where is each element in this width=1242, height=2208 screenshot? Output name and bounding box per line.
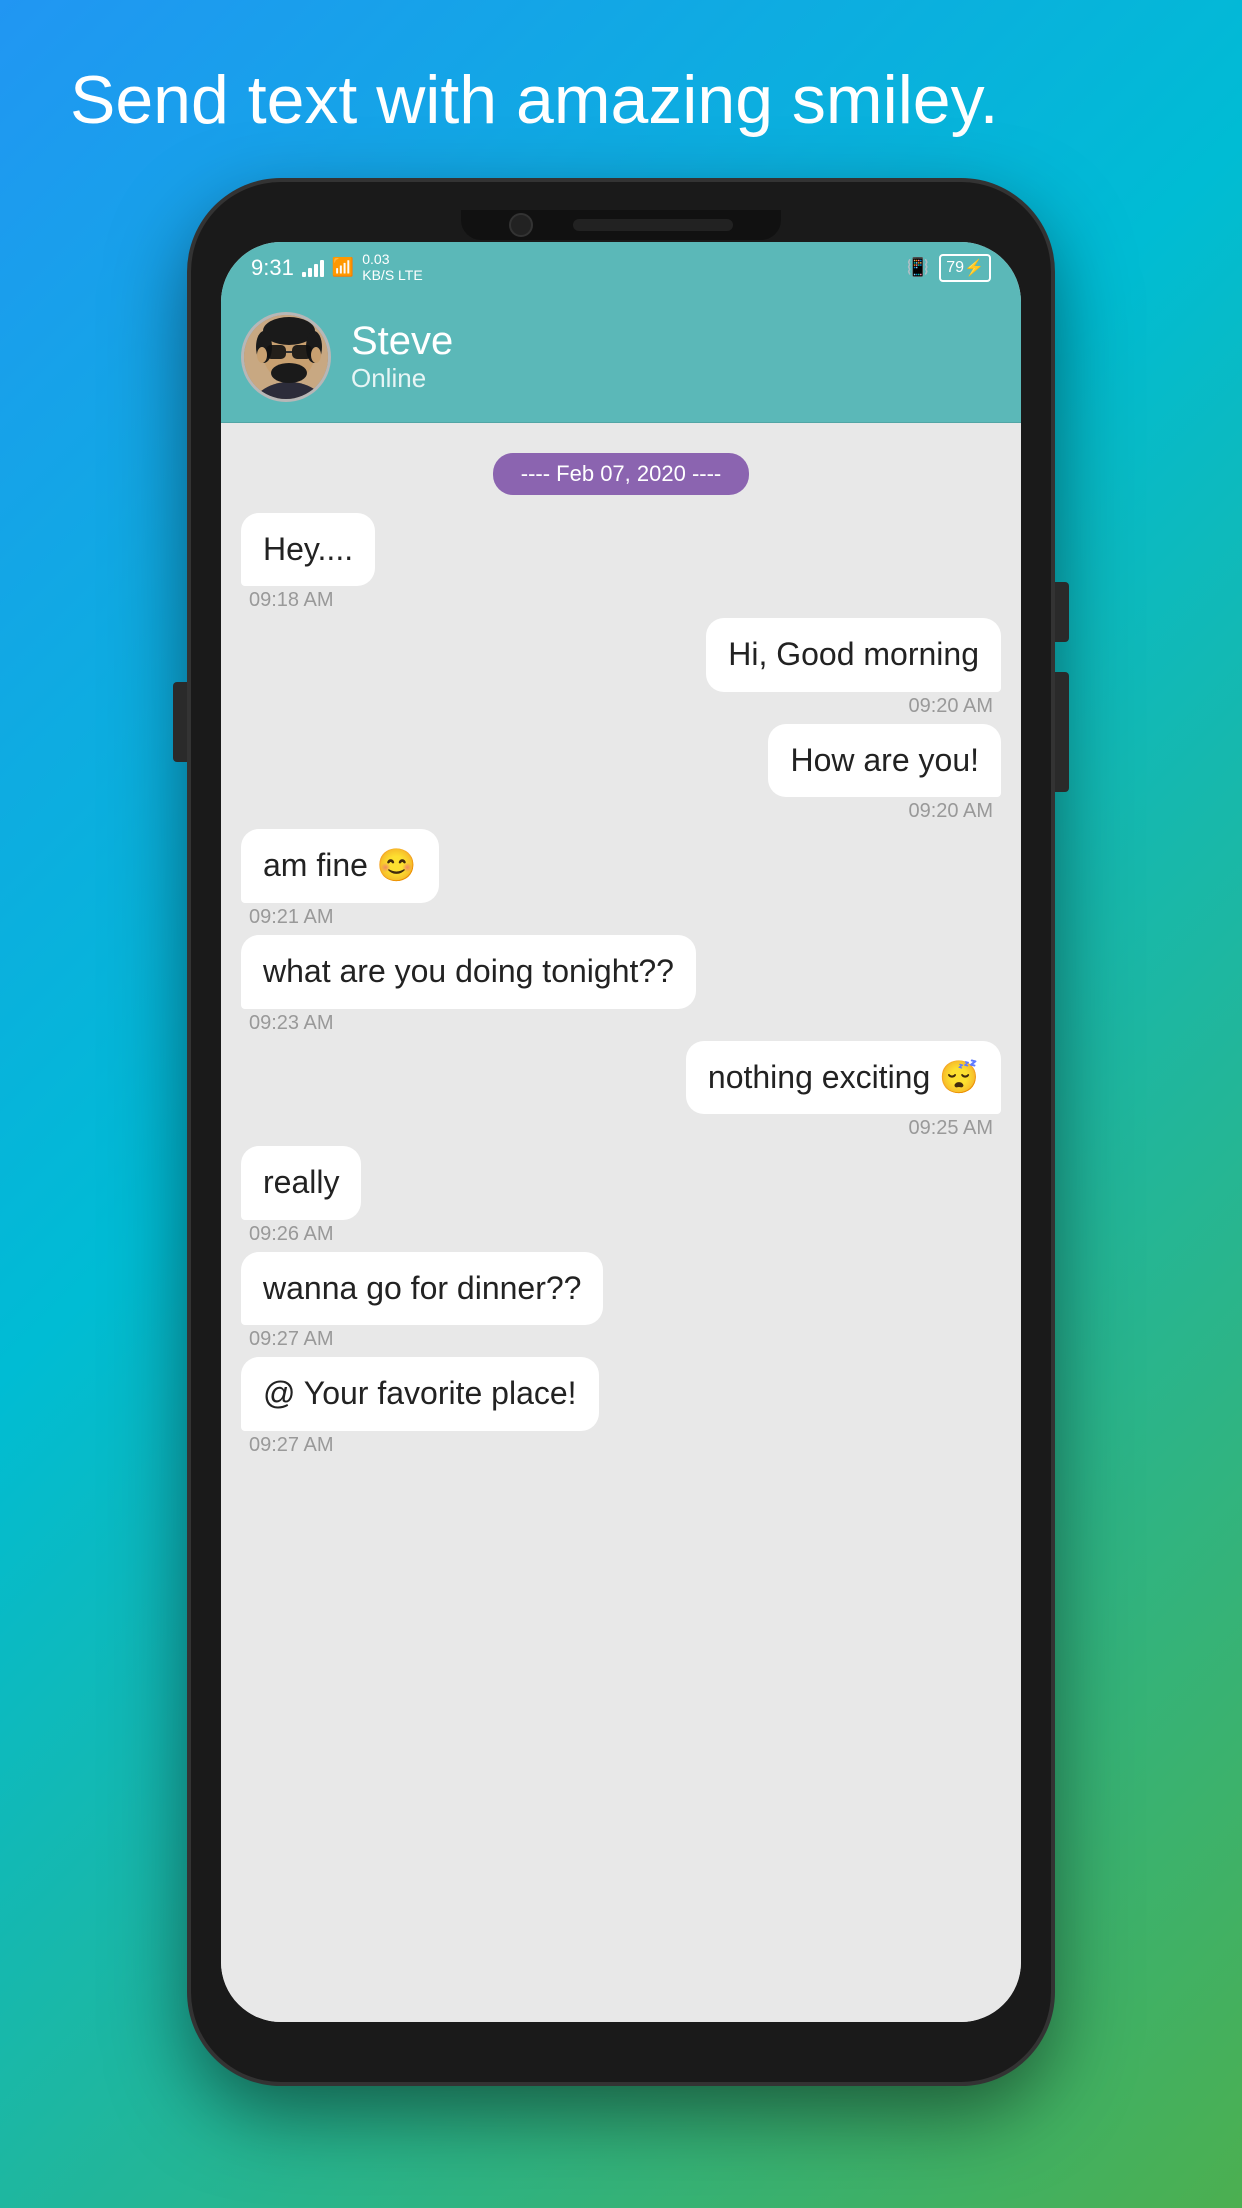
message-time: 09:20 AM: [904, 800, 997, 823]
power-button-bottom: [1055, 672, 1069, 792]
signal-icon: [302, 259, 324, 277]
status-bar: 9:31 📶 0.03 KB/S LTE 📳: [221, 242, 1021, 294]
message-row: Hey....09:18 AM: [241, 513, 1001, 613]
message-row: @ Your favorite place! 09:27 AM: [241, 1357, 1001, 1457]
phone-body: 9:31 📶 0.03 KB/S LTE 📳: [191, 182, 1051, 2082]
message-bubble: am fine 😊: [241, 829, 439, 903]
contact-info: Steve Online: [351, 319, 991, 394]
phone-notch: [461, 210, 781, 240]
chat-header: Steve Online: [221, 294, 1021, 423]
message-bubble: Hey....: [241, 513, 375, 587]
message-time: 09:23 AM: [245, 1012, 338, 1035]
wifi-icon: 📶: [332, 257, 354, 278]
message-time: 09:20 AM: [904, 695, 997, 718]
message-time: 09:18 AM: [245, 589, 338, 612]
status-right: 📳 79 ⚡: [907, 254, 991, 282]
contact-name: Steve: [351, 319, 991, 363]
message-time: 09:27 AM: [245, 1328, 338, 1351]
phone-mockup: 9:31 📶 0.03 KB/S LTE 📳: [191, 182, 1051, 2082]
data-unit: KB/S LTE: [362, 268, 422, 283]
message-bubble: @ Your favorite place!: [241, 1357, 599, 1431]
battery-indicator: 79 ⚡: [939, 254, 991, 282]
avatar: [241, 312, 331, 402]
status-time: 9:31: [251, 255, 294, 281]
chat-area[interactable]: ---- Feb 07, 2020 ---- Hey....09:18 AMHi…: [221, 423, 1021, 2022]
battery-icon: ⚡: [964, 258, 984, 278]
message-time: 09:26 AM: [245, 1223, 338, 1246]
earpiece: [573, 219, 733, 231]
message-bubble: How are you!: [768, 724, 1001, 798]
message-time: 09:25 AM: [904, 1117, 997, 1140]
message-row: am fine 😊 09:21 AM: [241, 829, 1001, 929]
message-time: 09:27 AM: [245, 1434, 338, 1457]
message-bubble: what are you doing tonight??: [241, 935, 696, 1009]
front-camera: [509, 213, 533, 237]
tagline: Send text with amazing smiley.: [0, 0, 1242, 182]
message-bubble: really: [241, 1146, 361, 1220]
messages-list: Hey....09:18 AMHi, Good morning09:20 AMH…: [241, 513, 1001, 1463]
message-row: what are you doing tonight?? 09:23 AM: [241, 935, 1001, 1035]
vibrate-icon: 📳: [907, 257, 929, 278]
power-button-top: [1055, 582, 1069, 642]
message-bubble: nothing exciting 😴: [686, 1041, 1001, 1115]
message-row: nothing exciting 😴09:25 AM: [241, 1041, 1001, 1141]
message-row: Hi, Good morning 09:20 AM: [241, 618, 1001, 718]
message-bubble: wanna go for dinner??: [241, 1252, 603, 1326]
message-row: wanna go for dinner??09:27 AM: [241, 1252, 1001, 1352]
message-time: 09:21 AM: [245, 906, 338, 929]
contact-status: Online: [351, 363, 991, 394]
volume-button: [173, 682, 187, 762]
message-row: How are you!09:20 AM: [241, 724, 1001, 824]
data-speed: 0.03 KB/S LTE: [362, 252, 422, 283]
message-row: really 09:26 AM: [241, 1146, 1001, 1246]
phone-screen: 9:31 📶 0.03 KB/S LTE 📳: [221, 242, 1021, 2022]
message-bubble: Hi, Good morning: [706, 618, 1001, 692]
date-divider: ---- Feb 07, 2020 ----: [241, 453, 1001, 495]
status-left: 9:31 📶 0.03 KB/S LTE: [251, 252, 423, 283]
